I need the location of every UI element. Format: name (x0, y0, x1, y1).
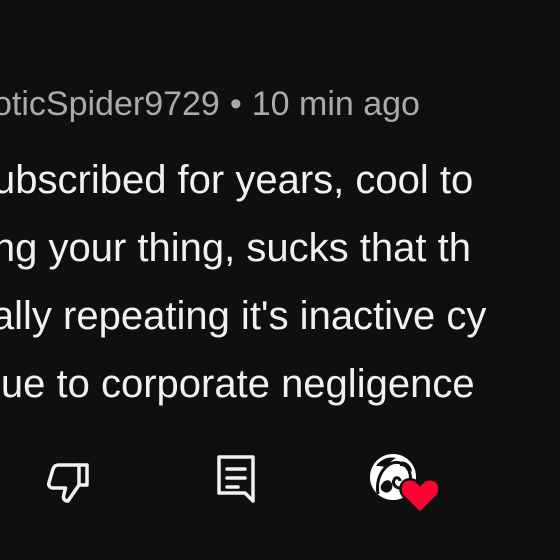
comment-timestamp: 10 min ago (251, 85, 420, 123)
comment-meta: oticSpider9729 • 10 min ago (0, 84, 420, 124)
comment-text: ubscribed for years, cool to ing your th… (0, 146, 486, 418)
comment-author[interactable]: oticSpider9729 (0, 85, 220, 123)
comment-text-line: ing your thing, sucks that th (0, 226, 471, 270)
reply-comment-icon (217, 455, 255, 503)
comment-text-line: lue to corporate negligence (0, 362, 475, 406)
comment-actions (0, 448, 560, 518)
comment-text-line: ially repeating it's inactive cy (0, 294, 487, 338)
heart-icon (399, 478, 441, 515)
thumbs-down-icon (47, 463, 89, 503)
comment-text-line: ubscribed for years, cool to (0, 158, 474, 202)
creator-heart-badge[interactable] (366, 448, 442, 518)
dislike-button[interactable] (40, 454, 96, 510)
meta-separator: • (229, 85, 242, 123)
reply-button[interactable] (208, 450, 264, 506)
comment-thread-item: oticSpider9729 • 10 min ago ubscribed for … (0, 0, 560, 560)
